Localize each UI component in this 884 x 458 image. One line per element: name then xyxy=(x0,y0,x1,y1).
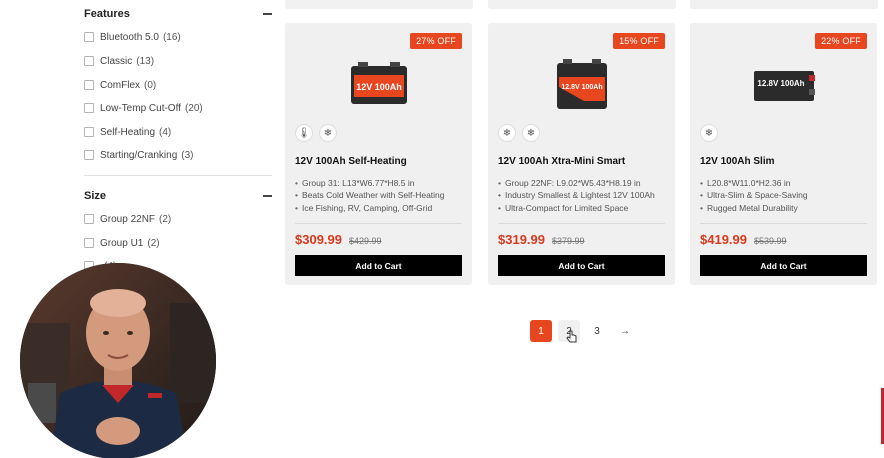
battery-label: 12.8V 100Ah xyxy=(757,79,804,88)
presenter-image xyxy=(20,263,216,458)
filter-count: (13) xyxy=(136,55,155,67)
discount-badge: 27% OFF xyxy=(410,33,462,49)
checkbox[interactable] xyxy=(84,103,94,113)
original-price: $379.99 xyxy=(552,236,585,246)
filter-starting[interactable]: Starting/Cranking (3) xyxy=(84,147,194,163)
product-features: Group 22NF: L9.02*W5.43*H8.19 in Industr… xyxy=(498,177,669,214)
size-title: Size xyxy=(84,190,107,202)
sale-price: $309.99 xyxy=(295,232,342,247)
filter-low-temp[interactable]: Low-Temp Cut-Off (20) xyxy=(84,100,203,116)
checkbox[interactable] xyxy=(84,150,94,160)
feature-item: Industry Smallest & Lightest 12V 100Ah xyxy=(498,189,669,201)
checkbox[interactable] xyxy=(84,127,94,137)
add-to-cart-button[interactable]: Add to Cart xyxy=(295,255,462,276)
price-row: $309.99 $429.99 xyxy=(295,232,382,247)
thermometer-icon: 🌡 xyxy=(295,124,313,142)
product-features: L20.8*W11.0*H2.36 in Ultra-Slim & Space-… xyxy=(700,177,871,214)
original-price: $539.99 xyxy=(754,236,787,246)
filter-count: (16) xyxy=(162,31,181,43)
features-title: Features xyxy=(84,8,130,20)
divider xyxy=(295,223,462,224)
feature-item: Rugged Metal Durability xyxy=(700,202,871,214)
battery-label: 12V 100Ah xyxy=(356,82,402,92)
filter-self-heating[interactable]: Self-Heating (4) xyxy=(84,124,171,140)
feature-item: L20.8*W11.0*H2.36 in xyxy=(700,177,871,189)
product-features: Group 31: L13*W6.77*H8.5 in Beats Cold W… xyxy=(295,177,466,214)
feature-icons: 🌡 ❄ xyxy=(295,124,337,142)
divider xyxy=(498,223,665,224)
discount-badge: 22% OFF xyxy=(815,33,867,49)
previous-card-stub xyxy=(488,0,676,9)
page-3-button[interactable]: 3 xyxy=(586,320,608,342)
feature-item: Ultra-Compact for Limited Space xyxy=(498,202,669,214)
snowflake-icon: ❄ xyxy=(319,124,337,142)
price-row: $319.99 $379.99 xyxy=(498,232,585,247)
feature-item: Ultra-Slim & Space-Saving xyxy=(700,189,871,201)
product-name[interactable]: 12V 100Ah Self-Heating xyxy=(295,156,462,167)
pagination: 1 2 3 → xyxy=(530,320,636,342)
page-1-button[interactable]: 1 xyxy=(530,320,552,342)
add-to-cart-button[interactable]: Add to Cart xyxy=(498,255,665,276)
sale-price: $419.99 xyxy=(700,232,747,247)
feature-icons: ❄ xyxy=(700,124,718,142)
battery-label: 12.8V 100Ah xyxy=(561,84,602,91)
filter-count: (3) xyxy=(181,149,194,161)
collapse-icon[interactable] xyxy=(263,13,272,15)
filter-count: (2) xyxy=(159,213,172,225)
filter-count: (20) xyxy=(184,102,203,114)
filter-label: Bluetooth 5.0 xyxy=(100,31,159,43)
snowflake-icon: ❄ xyxy=(700,124,718,142)
filter-bluetooth[interactable]: Bluetooth 5.0 (16) xyxy=(84,29,181,45)
feature-item: Group 22NF: L9.02*W5.43*H8.19 in xyxy=(498,177,669,189)
webcam-overlay xyxy=(20,263,216,458)
discount-badge: 15% OFF xyxy=(613,33,665,49)
filter-count: (2) xyxy=(147,237,160,249)
checkbox[interactable] xyxy=(84,32,94,42)
filter-label: Starting/Cranking xyxy=(100,149,178,161)
checkbox[interactable] xyxy=(84,80,94,90)
features-section-header[interactable]: Features xyxy=(84,5,272,23)
filter-label: ComFlex xyxy=(100,79,141,91)
add-to-cart-button[interactable]: Add to Cart xyxy=(700,255,867,276)
filter-group-22nf[interactable]: Group 22NF (2) xyxy=(84,211,171,227)
snowflake-icon: ❄ xyxy=(522,124,540,142)
feature-icons: ❄ ❄ xyxy=(498,124,540,142)
feature-item: Group 31: L13*W6.77*H8.5 in xyxy=(295,177,466,189)
previous-card-stub xyxy=(285,0,473,9)
battery-image[interactable]: 12.8V 100Ah xyxy=(554,57,610,111)
filter-label: Low-Temp Cut-Off xyxy=(100,102,181,114)
collapse-icon[interactable] xyxy=(263,195,272,197)
product-card[interactable]: 27% OFF 12V 100Ah 🌡 ❄ 12V 100Ah Self-Hea… xyxy=(285,23,472,285)
next-page-button[interactable]: → xyxy=(614,320,636,342)
feature-item: Ice Fishing, RV, Camping, Off-Grid xyxy=(295,202,466,214)
filter-label: Group 22NF xyxy=(100,213,156,225)
checkbox[interactable] xyxy=(84,214,94,224)
battery-image[interactable]: 12.8V 100Ah xyxy=(751,65,817,105)
product-name[interactable]: 12V 100Ah Xtra-Mini Smart xyxy=(498,156,665,167)
hand-cursor-icon xyxy=(566,330,577,343)
product-card[interactable]: 15% OFF 12.8V 100Ah ❄ ❄ 12V 100Ah Xtra-M… xyxy=(488,23,675,285)
previous-card-stub xyxy=(690,0,878,9)
divider xyxy=(84,175,272,176)
filter-label: Classic xyxy=(100,55,133,67)
checkbox[interactable] xyxy=(84,56,94,66)
filter-group-u1[interactable]: Group U1 (2) xyxy=(84,235,160,251)
product-card[interactable]: 22% OFF 12.8V 100Ah ❄ 12V 100Ah Slim L20… xyxy=(690,23,877,285)
filter-count: (4) xyxy=(159,126,172,138)
original-price: $429.99 xyxy=(349,236,382,246)
filter-comflex[interactable]: ComFlex (0) xyxy=(84,77,156,93)
filter-classic[interactable]: Classic (13) xyxy=(84,53,154,69)
filter-count: (0) xyxy=(144,79,157,91)
battery-image[interactable]: 12V 100Ah xyxy=(348,61,410,107)
sale-price: $319.99 xyxy=(498,232,545,247)
filter-label: Self-Heating xyxy=(100,126,156,138)
price-row: $419.99 $539.99 xyxy=(700,232,787,247)
snowflake-icon: ❄ xyxy=(498,124,516,142)
checkbox[interactable] xyxy=(84,238,94,248)
size-section-header[interactable]: Size xyxy=(84,187,272,205)
divider xyxy=(700,223,867,224)
filter-label: Group U1 xyxy=(100,237,144,249)
feature-item: Beats Cold Weather with Self-Heating xyxy=(295,189,466,201)
product-name[interactable]: 12V 100Ah Slim xyxy=(700,156,867,167)
